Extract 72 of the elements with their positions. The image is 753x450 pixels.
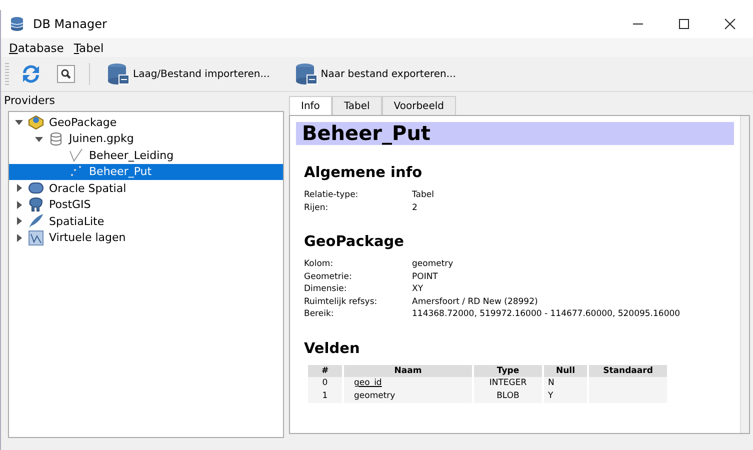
section-heading: Velden: [304, 340, 361, 356]
property-value: 114368.72000, 519972.16000 - 114677.60000, 520095.16000: [412, 308, 680, 320]
rounded-rectangle-icon: [28, 180, 44, 196]
tree-item[interactable]: GeoPackage: [9, 114, 283, 130]
close-icon[interactable]: [724, 18, 736, 30]
property-value: POINT: [412, 270, 439, 283]
table-cell: 1: [308, 390, 342, 402]
database-icon: [48, 130, 64, 147]
property-value: XY: [412, 283, 424, 296]
table-cell: INTEGER: [474, 376, 542, 390]
database-icon: [9, 16, 25, 32]
menu-item[interactable]: Database: [7, 40, 66, 54]
tree-label: SpatiaLite: [49, 214, 104, 228]
tree-item[interactable]: Oracle Spatial: [9, 180, 283, 196]
section-heading: Algemene info: [304, 165, 424, 181]
line-icon: [68, 147, 84, 164]
tree-label: Beheer_Leiding: [89, 148, 174, 162]
tree-label: Beheer_Put: [89, 165, 152, 178]
property-label: Bereik:: [304, 308, 335, 320]
tree-item[interactable]: Juinen.gpkg: [9, 130, 283, 147]
column-header: Standaard: [589, 364, 667, 376]
tab[interactable]: Voorbeeld: [382, 96, 456, 115]
property-value: Tabel: [412, 189, 434, 202]
export-button[interactable]: Naar bestand exporteren...: [288, 60, 462, 88]
maximize-icon[interactable]: [678, 18, 690, 30]
panel-title: Providers: [3, 93, 56, 109]
tree-label: PostGIS: [49, 198, 91, 212]
box-icon: [28, 114, 44, 130]
elephant-icon: [28, 196, 44, 213]
property-label: Ruimtelijk refsys:: [304, 296, 412, 308]
table-cell: 0: [308, 376, 342, 390]
window-title: DB Manager: [33, 17, 107, 31]
column-header: Type: [474, 364, 542, 376]
property-value: Amersfoort / RD New (28992): [412, 296, 539, 308]
property-value: geometry: [412, 258, 454, 270]
feather-icon: [28, 213, 44, 230]
field-name: geo_id: [354, 378, 382, 388]
tree-item[interactable]: SpatiaLite: [9, 213, 283, 230]
search-icon[interactable]: [57, 65, 75, 83]
expanded-caret-icon[interactable]: [15, 118, 23, 126]
scrollbar[interactable]: [740, 116, 749, 433]
property-value: 2: [412, 202, 418, 214]
expanded-caret-icon[interactable]: [35, 134, 43, 143]
property-label: Geometrie:: [304, 270, 353, 283]
import-button[interactable]: Laag/Bestand importeren...: [100, 60, 276, 88]
database-icon: [294, 62, 318, 86]
layer-title: Beheer_Put: [296, 122, 734, 145]
tab[interactable]: Tabel: [332, 96, 382, 115]
tree-label: Oracle Spatial: [49, 182, 126, 195]
column-header: #: [308, 364, 342, 376]
column-header: Naam: [344, 364, 472, 376]
section-heading: GeoPackage: [304, 234, 405, 250]
menu-item[interactable]: Tabel: [72, 40, 106, 54]
tree-item[interactable]: Beheer_Put: [9, 164, 283, 180]
tree-label: Juinen.gpkg: [69, 132, 134, 146]
tree-item[interactable]: PostGIS: [9, 196, 283, 213]
tab[interactable]: Info: [289, 96, 332, 115]
layer-icon: [28, 230, 44, 246]
table-cell: N: [544, 376, 587, 390]
table-cell: BLOB: [474, 390, 542, 402]
tree-item[interactable]: Beheer_Leiding: [9, 147, 283, 164]
property-label: Dimensie:: [304, 283, 412, 296]
table-cell: Y: [544, 390, 587, 402]
tree-label: GeoPackage: [49, 116, 117, 129]
tree-label: Virtuele lagen: [49, 231, 126, 244]
tree-item[interactable]: Virtuele lagen: [9, 230, 283, 246]
property-label: Rijen:: [304, 202, 330, 214]
property-label: Relatie-type:: [304, 189, 412, 202]
field-name: geometry: [354, 391, 396, 401]
property-label: Kolom:: [304, 258, 412, 270]
column-header: Null: [544, 364, 587, 376]
database-icon: [106, 62, 130, 86]
